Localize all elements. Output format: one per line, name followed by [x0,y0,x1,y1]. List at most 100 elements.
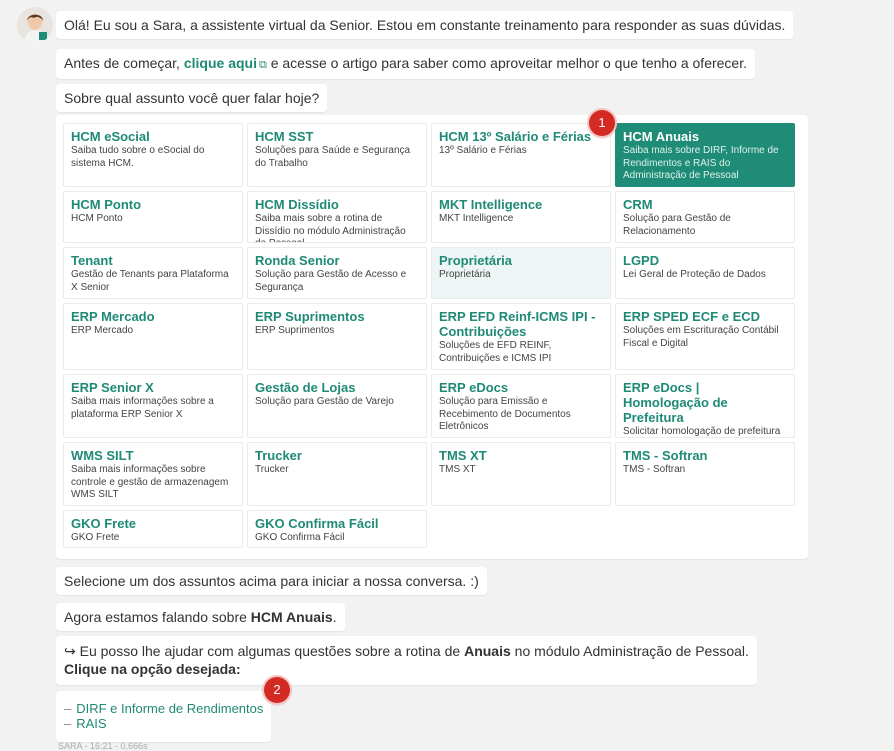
topic-desc: Gestão de Tenants para Plataforma X Seni… [71,269,229,293]
topic-desc: Soluções de EFD REINF, Contribuições e I… [439,340,552,364]
topic-title: Proprietária [439,253,512,268]
question-text: Sobre qual assunto você quer falar hoje? [64,90,320,106]
topic-title: ERP eDocs | Homologação de Prefeitura [623,380,728,425]
topic-desc: Solução para Gestão de Relacionamento [623,213,731,237]
topic-card[interactable]: Trucker Trucker [247,442,427,506]
topic-card[interactable]: HCM eSocial Saiba tudo sobre o eSocial do… [63,123,243,187]
topic-desc: TMS XT [439,464,476,475]
help-cta: Clique na opção desejada: [64,661,241,677]
topic-card[interactable]: GKO Confirma Fácil GKO Confirma Fácil [247,510,427,548]
article-link[interactable]: clique aqui [184,55,257,71]
now-talking-message: Agora estamos falando sobre HCM Anuais. [56,603,345,631]
sara-avatar-icon [17,7,53,43]
topic-desc: ERP Suprimentos [255,325,335,336]
topic-title: HCM SST [255,129,314,144]
topic-title: HCM Dissídio [255,197,339,212]
topic-title: HCM Ponto [71,197,142,212]
question-message: Sobre qual assunto você quer falar hoje? [56,84,328,112]
topic-desc: Soluções para Saúde e Segurança do Traba… [255,145,411,169]
topic-title: LGPD [623,253,660,268]
topic-title: TMS - Softran [623,448,708,463]
topic-title: GKO Confirma Fácil [255,516,379,531]
topic-title: ERP EFD Reinf-ICMS IPI - Contribuições [439,309,596,339]
option-dash: – [64,701,72,716]
help-suffix: no módulo Administração de Pessoal. [514,643,749,659]
topic-desc: Solução para Gestão de Acesso e Seguranç… [255,269,407,293]
topic-card[interactable]: Ronda Senior Solução para Gestão de Acess… [247,247,427,299]
topic-desc: GKO Frete [71,532,120,543]
topic-desc: Saiba mais informações sobre a plataform… [71,396,214,420]
topic-card[interactable]: ERP Senior X Saiba mais informações sobre… [63,374,243,438]
topic-desc: MKT Intelligence [439,213,514,224]
topic-desc: ERP Mercado [71,325,134,336]
topic-card[interactable]: ERP Suprimentos ERP Suprimentos [247,303,427,370]
topic-card-hovered[interactable]: Proprietária Proprietária [431,247,611,299]
select-prompt-message: Selecione um dos assuntos acima para ini… [56,567,487,595]
topic-title: ERP SPED ECF e ECD [623,309,761,324]
topic-desc: Saiba tudo sobre o eSocial do sistema HC… [71,145,205,169]
topic-desc: Saiba mais sobre DIRF, Informe de Rendim… [623,145,779,181]
now-talking-prefix: Agora estamos falando sobre [64,609,247,625]
topic-card-selected[interactable]: HCM Anuais Saiba mais sobre DIRF, Informe… [615,123,795,187]
topic-card[interactable]: ERP eDocs Solução para Emissão e Recebime… [431,374,611,438]
topic-title: WMS SILT [71,448,134,463]
topic-card[interactable]: Tenant Gestão de Tenants para Plataforma … [63,247,243,299]
topic-card[interactable]: CRM Solução para Gestão de Relacionamento [615,191,795,243]
annotation-badge-2: 2 [264,677,290,703]
topic-title: GKO Frete [71,516,137,531]
option-label: RAIS [76,716,107,731]
help-prefix: ↪ Eu posso lhe ajudar com algumas questõ… [64,643,461,659]
topic-desc: HCM Ponto [71,213,123,224]
option-label: DIRF e Informe de Rendimentos [76,701,264,716]
topic-title: MKT Intelligence [439,197,543,212]
topic-desc: Saiba mais sobre a rotina de Dissídio no… [255,213,406,242]
topic-card[interactable]: ERP EFD Reinf-ICMS IPI - Contribuições So… [431,303,611,370]
topic-card[interactable]: MKT Intelligence MKT Intelligence [431,191,611,243]
greeting-message: Olá! Eu sou a Sara, a assistente virtual… [56,11,794,39]
topic-title: ERP Senior X [71,380,154,395]
intro-message: Antes de começar, clique aqui ⧉ e acesse … [56,49,755,79]
option-rais[interactable]: – RAIS [64,716,263,731]
topic-desc: GKO Confirma Fácil [255,532,345,543]
topic-card[interactable]: WMS SILT Saiba mais informações sobre con… [63,442,243,506]
topic-card[interactable]: TMS XT TMS XT [431,442,611,506]
greeting-text: Olá! Eu sou a Sara, a assistente virtual… [64,17,786,33]
topic-card[interactable]: ERP SPED ECF e ECD Soluções em Escrituraç… [615,303,795,370]
topic-desc: Solução para Gestão de Varejo [255,396,394,407]
external-link-icon[interactable]: ⧉ [259,59,267,71]
topic-card[interactable]: TMS - Softran TMS - Softran [615,442,795,506]
topic-card[interactable]: GKO Frete GKO Frete [63,510,243,548]
topic-title: Trucker [255,448,302,463]
topic-title: Tenant [71,253,113,268]
topic-card[interactable]: ERP eDocs | Homologação de Prefeitura Sol… [615,374,795,438]
topic-card[interactable]: HCM Ponto HCM Ponto [63,191,243,243]
topic-title: Ronda Senior [255,253,340,268]
intro-suffix-text: e acesse o artigo para saber como aprove… [270,55,747,71]
topic-title: HCM eSocial [71,129,150,144]
option-dirf[interactable]: – DIRF e Informe de Rendimentos [64,701,263,716]
help-topic: Anuais [464,643,511,659]
topic-desc: 13º Salário e Férias [439,145,527,156]
topic-card[interactable]: HCM 13º Salário e Férias 13º Salário e Fé… [431,123,611,187]
topic-desc: Soluções em Escrituração Contábil Fiscal… [623,325,779,349]
topic-desc: Proprietária [439,269,491,280]
options-message: – DIRF e Informe de Rendimentos – RAIS [56,691,272,742]
annotation-badge-1: 1 [589,110,615,136]
topics-panel: HCM eSocial Saiba tudo sobre o eSocial do… [56,115,808,559]
topic-card[interactable]: LGPD Lei Geral de Proteção de Dados [615,247,795,299]
message-footer: SARA - 16:21 - 0,666s [58,741,148,751]
now-talking-period: . [332,609,337,625]
topic-card[interactable]: HCM Dissídio Saiba mais sobre a rotina de… [247,191,427,243]
topic-desc: Saiba mais informações sobre controle e … [71,464,229,500]
topic-card[interactable]: Gestão de Lojas Solução para Gestão de Va… [247,374,427,438]
topics-grid: HCM eSocial Saiba tudo sobre o eSocial do… [63,123,795,548]
topic-desc: Lei Geral de Proteção de Dados [623,269,766,280]
topic-desc: Solução para Emissão e Recebimento de Do… [439,396,571,432]
topic-title: TMS XT [439,448,487,463]
intro-prefix-text: Antes de começar, [64,55,180,71]
topic-title: ERP Mercado [71,309,155,324]
topic-desc: Solicitar homologação de prefeitura [623,426,781,437]
topic-title: HCM 13º Salário e Férias [439,129,592,144]
topic-card[interactable]: HCM SST Soluções para Saúde e Segurança d… [247,123,427,187]
topic-card[interactable]: ERP Mercado ERP Mercado [63,303,243,370]
